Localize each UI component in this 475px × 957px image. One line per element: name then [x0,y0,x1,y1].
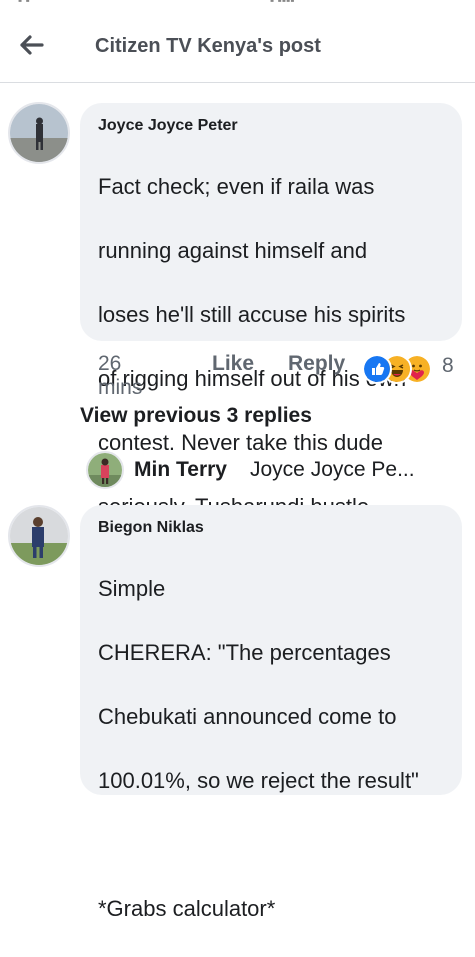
comment-line: CHERERA: "The percentages [98,640,391,665]
reaction-count[interactable]: 8 [442,354,454,378]
avatar-min-terry[interactable] [86,451,124,489]
like-button[interactable]: Like [212,352,254,376]
reply-author[interactable]: Min Terry [134,458,227,482]
comment-text: Simple CHERERA: "The percentages Chebuka… [98,541,419,957]
back-arrow-icon[interactable] [16,30,46,60]
comment-author[interactable]: Biegon Niklas [98,519,204,537]
comment-line: 100.01%, so we reject the result" [98,768,419,793]
status-bar: ▪ ▪ ▪ ▪▪▪▪ [18,0,295,7]
comment-text: Fact check; even if raila was running ag… [98,139,406,555]
comment-line: Simple [98,576,166,601]
reply-preview[interactable]: Min Terry Joyce Joyce Pe... [86,451,466,491]
comment-bubble[interactable]: Biegon Niklas Simple CHERERA: "The perce… [80,505,462,921]
comment-timestamp: 26 mins [98,352,143,399]
view-previous-replies-link[interactable]: View previous 3 replies [80,404,312,428]
profile-photo-icon [10,507,68,565]
top-bar: Citizen TV Kenya's post [0,8,475,83]
comment-line: *Grabs calculator* [98,896,276,921]
page-title: Citizen TV Kenya's post [95,35,321,57]
comment-line: Fact check; even if raila was [98,174,375,199]
comment-line [98,829,419,861]
comment-line: loses he'll still accuse his spirits [98,302,406,327]
avatar-biegon[interactable] [8,505,70,567]
reply-button[interactable]: Reply [288,352,345,376]
profile-photo-icon [88,453,122,487]
comment-line: Chebukati announced come to [98,704,397,729]
profile-photo-icon [10,104,68,162]
avatar-joyce[interactable] [8,102,70,164]
reactions-summary[interactable] [362,354,442,384]
comment-line: running against himself and [98,238,368,263]
like-icon [362,354,392,384]
comment-bubble[interactable]: Joyce Joyce Peter Fact check; even if ra… [80,103,462,519]
comment-author[interactable]: Joyce Joyce Peter [98,117,238,135]
reply-snippet: Joyce Joyce Pe... [250,458,415,481]
